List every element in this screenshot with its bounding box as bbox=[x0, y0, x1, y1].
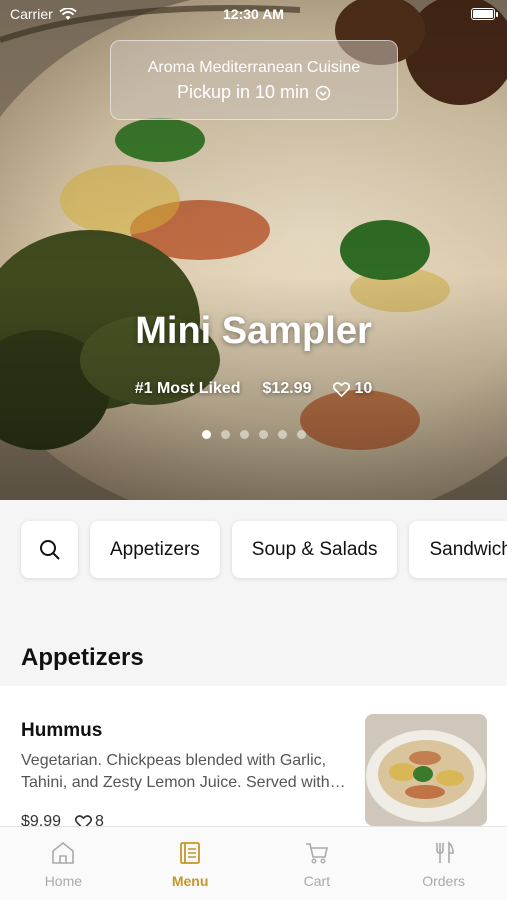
restaurant-name: Aroma Mediterranean Cuisine bbox=[147, 59, 361, 76]
featured-meta: #1 Most Liked $12.99 10 bbox=[0, 380, 507, 398]
tab-cart[interactable]: Cart bbox=[254, 827, 381, 900]
tab-orders-label: Orders bbox=[422, 873, 466, 889]
item-meta: $9.99 8 bbox=[21, 813, 104, 826]
category-bar: Appetizers Soup & Salads Sandwiches bbox=[0, 500, 507, 600]
section-title: Appetizers bbox=[21, 644, 144, 671]
carousel-dot[interactable] bbox=[258, 430, 268, 439]
tab-cart-label: Cart bbox=[303, 873, 331, 889]
battery-icon bbox=[471, 8, 498, 20]
search-button[interactable] bbox=[21, 521, 78, 578]
menu-book-icon bbox=[180, 842, 201, 864]
featured-price: $12.99 bbox=[262, 380, 312, 397]
heart-icon bbox=[75, 814, 93, 826]
featured-likes-count: 10 bbox=[354, 380, 373, 397]
cart-icon bbox=[305, 843, 328, 864]
restaurant-selector[interactable]: Aroma Mediterranean Cuisine Pickup in 10… bbox=[110, 40, 398, 120]
carousel-dot[interactable] bbox=[220, 430, 230, 439]
home-icon bbox=[52, 841, 75, 864]
item-description: Vegetarian. Chickpeas blended with Garli… bbox=[21, 752, 330, 791]
featured-title: Mini Sampler bbox=[135, 310, 372, 352]
carousel-dot[interactable] bbox=[296, 430, 306, 439]
tab-bar: Home Menu Cart Orders bbox=[0, 826, 507, 900]
tab-home[interactable]: Home bbox=[0, 827, 127, 900]
item-likes[interactable]: 8 bbox=[75, 813, 104, 826]
tab-orders[interactable]: Orders bbox=[380, 827, 507, 900]
category-appetizers[interactable]: Appetizers bbox=[90, 521, 220, 578]
item-photo bbox=[365, 714, 487, 826]
featured-hero[interactable]: Carrier 12:30 AM Aroma Mediterranean Cui… bbox=[0, 0, 507, 500]
tab-menu-label: Menu bbox=[171, 873, 209, 889]
clock: 12:30 AM bbox=[223, 6, 284, 22]
menu-list: Hummus Vegetarian. Chickpeas blended wit… bbox=[0, 686, 507, 826]
search-icon bbox=[39, 539, 60, 560]
item-price: $9.99 bbox=[21, 813, 62, 826]
carousel-dot[interactable] bbox=[201, 430, 211, 439]
pickup-time[interactable]: Pickup in 10 min bbox=[111, 82, 397, 103]
fork-knife-icon bbox=[435, 841, 454, 863]
carousel-dots[interactable] bbox=[0, 430, 507, 439]
tab-home-label: Home bbox=[44, 873, 83, 889]
carousel-dot[interactable] bbox=[277, 430, 287, 439]
carousel-dot[interactable] bbox=[239, 430, 249, 439]
featured-likes[interactable]: 10 bbox=[333, 380, 372, 398]
heart-icon bbox=[333, 381, 351, 397]
status-bar: Carrier 12:30 AM bbox=[0, 0, 507, 28]
chevron-down-circle-icon bbox=[315, 85, 331, 100]
item-likes-count: 8 bbox=[95, 813, 104, 826]
featured-badge: #1 Most Liked bbox=[134, 380, 241, 397]
tab-menu[interactable]: Menu bbox=[127, 827, 254, 900]
category-sandwiches[interactable]: Sandwiches bbox=[409, 521, 507, 578]
item-name: Hummus bbox=[21, 720, 103, 741]
category-soup-salads[interactable]: Soup & Salads bbox=[231, 521, 398, 578]
pickup-label: Pickup in 10 min bbox=[176, 82, 310, 102]
